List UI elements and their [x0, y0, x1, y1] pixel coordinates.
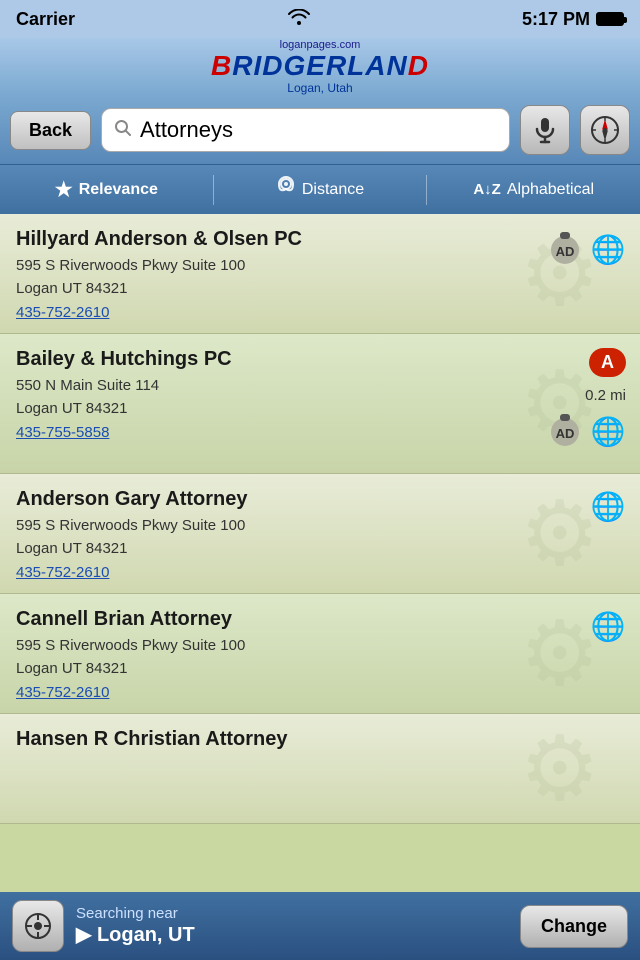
search-input-value: Attorneys [140, 117, 233, 143]
ad-tag-icon: AD [546, 410, 584, 453]
globe-icon: 🌐 [590, 414, 626, 450]
change-button[interactable]: Change [520, 905, 628, 948]
back-button[interactable]: Back [10, 111, 91, 150]
search-icon [114, 119, 132, 142]
sort-alphabetical[interactable]: A↓Z Alphabetical [427, 181, 640, 199]
carrier-label: Carrier [16, 9, 75, 30]
location-label: ▶ Logan, UT [76, 922, 508, 947]
logo-brand: BRIDGERLAND [211, 51, 429, 82]
icon-row: AD 🌐 [546, 410, 626, 453]
brand-red2: D [408, 50, 429, 81]
status-bar: Carrier 5:17 PM [0, 0, 640, 38]
listing-icons: AD 🌐 [546, 228, 626, 271]
ad-tag-icon: AD [546, 228, 584, 271]
bottom-text: Searching near ▶ Logan, UT [76, 905, 508, 947]
distance-badge: A [589, 348, 626, 377]
locator-button[interactable] [12, 900, 64, 952]
logo-location: Logan, Utah [211, 82, 429, 95]
listing-name: Bailey & Hutchings PC [16, 348, 624, 371]
listing-icons: 🌐 [590, 608, 626, 644]
compass-icon [590, 115, 620, 145]
distance-text: 0.2 mi [585, 387, 626, 404]
microphone-button[interactable] [520, 105, 570, 155]
listing-icons: 🌐 [590, 488, 626, 524]
search-input-wrap[interactable]: Attorneys [101, 108, 510, 152]
icon-row: AD 🌐 [546, 228, 626, 271]
listing-address2: Logan UT 84321 [16, 398, 624, 421]
microphone-icon [533, 116, 557, 144]
listing-item[interactable]: Hansen R Christian Attorney [0, 714, 640, 824]
sort-bar: ★ Relevance Distance A↓Z Alphabetical [0, 164, 640, 214]
listing-name: Anderson Gary Attorney [16, 488, 624, 511]
listing-name: Cannell Brian Attorney [16, 608, 624, 631]
listing-address1: 550 N Main Suite 114 [16, 375, 624, 398]
sort-distance-label: Distance [302, 181, 364, 199]
compass-button[interactable] [580, 105, 630, 155]
listing-phone[interactable]: 435-755-5858 [16, 424, 624, 441]
star-icon: ★ [55, 177, 73, 202]
listing-address2: Logan UT 84321 [16, 538, 624, 561]
bottom-bar: Searching near ▶ Logan, UT Change [0, 892, 640, 960]
svg-text:AD: AD [556, 244, 575, 259]
listing-address2: Logan UT 84321 [16, 658, 624, 681]
listing-address1: 595 S Riverwoods Pkwy Suite 100 [16, 255, 624, 278]
listing-phone[interactable]: 435-752-2610 [16, 304, 624, 321]
globe-icon: 🌐 [590, 488, 626, 524]
searching-label: Searching near [76, 905, 508, 922]
distance-letter: A [601, 352, 614, 372]
time-label: 5:17 PM [522, 9, 590, 30]
listing-address1: 595 S Riverwoods Pkwy Suite 100 [16, 515, 624, 538]
logo-container: loganpages.com BRIDGERLAND Logan, Utah [211, 39, 429, 95]
listing-phone[interactable]: 435-752-2610 [16, 684, 624, 701]
listings-container: Hillyard Anderson & Olsen PC 595 S River… [0, 214, 640, 824]
listing-name: Hillyard Anderson & Olsen PC [16, 228, 624, 251]
globe-icon: 🌐 [590, 608, 626, 644]
search-bar: Back Attorneys [0, 96, 640, 164]
listing-address1: 595 S Riverwoods Pkwy Suite 100 [16, 635, 624, 658]
listing-item[interactable]: Anderson Gary Attorney 595 S Riverwoods … [0, 474, 640, 594]
sort-alpha-label: Alphabetical [507, 181, 594, 199]
logo-bar: loganpages.com BRIDGERLAND Logan, Utah [0, 38, 640, 96]
listing-item[interactable]: Cannell Brian Attorney 595 S Riverwoods … [0, 594, 640, 714]
brand-red: B [211, 50, 232, 81]
brand-blue: RIDGERLAN [232, 50, 407, 81]
listing-phone[interactable]: 435-752-2610 [16, 564, 624, 581]
locator-icon [24, 912, 52, 940]
globe-icon: 🌐 [590, 232, 626, 268]
status-right: 5:17 PM [522, 9, 624, 30]
listing-icons: A 0.2 mi AD 🌐 [546, 348, 626, 453]
location-pin-icon [276, 176, 296, 204]
sort-relevance[interactable]: ★ Relevance [0, 177, 213, 202]
svg-text:AD: AD [556, 426, 575, 441]
sort-distance[interactable]: Distance [214, 176, 427, 204]
listing-item[interactable]: Bailey & Hutchings PC 550 N Main Suite 1… [0, 334, 640, 474]
listing-name: Hansen R Christian Attorney [16, 728, 624, 751]
listing-address2: Logan UT 84321 [16, 278, 624, 301]
az-icon: A↓Z [473, 181, 501, 198]
battery-icon [596, 12, 624, 26]
listing-item[interactable]: Hillyard Anderson & Olsen PC 595 S River… [0, 214, 640, 334]
sort-relevance-label: Relevance [79, 181, 158, 199]
wifi-icon [288, 9, 310, 30]
